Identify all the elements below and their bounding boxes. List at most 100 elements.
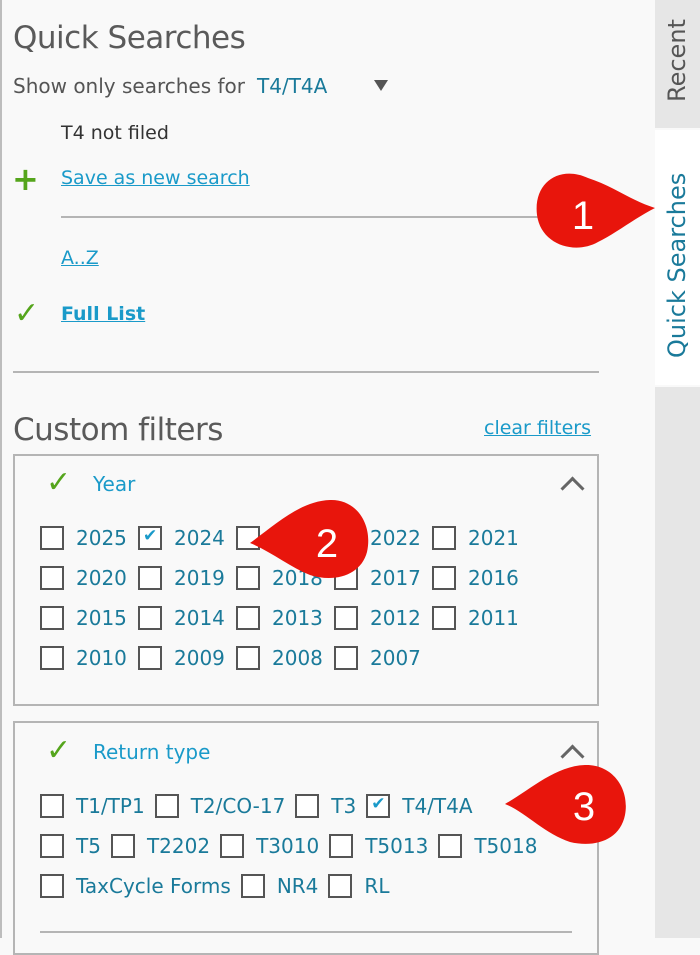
checkbox[interactable] — [40, 874, 64, 898]
year-option-2014[interactable]: 2014 — [138, 606, 225, 630]
year-option-2019[interactable]: 2019 — [138, 566, 225, 590]
year-option-2012[interactable]: 2012 — [334, 606, 421, 630]
checkbox[interactable] — [40, 526, 64, 550]
return-type-filter-title: Return type — [93, 740, 211, 764]
checkbox[interactable] — [328, 874, 353, 898]
panel-border — [0, 0, 2, 938]
return-type-option[interactable]: T5013 — [329, 834, 428, 858]
year-option-2024[interactable]: 2024 — [138, 526, 225, 550]
checkbox[interactable] — [329, 834, 354, 858]
show-only-label: Show only searches for — [13, 74, 246, 98]
checkbox[interactable] — [138, 606, 162, 630]
tab-recent[interactable]: Recent — [655, 0, 700, 128]
tab-quick-searches[interactable]: Quick Searches — [655, 130, 700, 385]
checkbox[interactable] — [366, 794, 391, 818]
plus-icon: + — [12, 160, 39, 198]
checkbox[interactable] — [138, 526, 162, 550]
return-type-option-label: T1/TP1 — [76, 794, 145, 818]
year-option-label: 2013 — [272, 606, 323, 630]
return-type-option[interactable]: T2202 — [110, 834, 210, 858]
checkbox[interactable] — [40, 834, 64, 858]
show-only-value[interactable]: T4/T4A — [257, 74, 327, 98]
tab-strip-background — [655, 387, 700, 938]
callout-number: 2 — [316, 522, 338, 566]
return-type-option-label: RL — [364, 874, 390, 898]
year-option-2021[interactable]: 2021 — [432, 526, 519, 550]
year-option-label: 2020 — [76, 566, 127, 590]
tab-recent-label: Recent — [663, 19, 691, 102]
year-option-label: 2015 — [76, 606, 127, 630]
return-type-option[interactable]: T4/T4A — [366, 794, 473, 818]
checkbox[interactable] — [432, 526, 456, 550]
page-title: Quick Searches — [13, 20, 246, 56]
return-type-option-label: T3 — [331, 794, 357, 818]
return-type-option[interactable]: RL — [328, 874, 389, 898]
year-option-label: 2021 — [468, 526, 519, 550]
year-option-label: 2012 — [370, 606, 421, 630]
year-option-2015[interactable]: 2015 — [40, 606, 127, 630]
year-option-2009[interactable]: 2009 — [138, 646, 225, 670]
year-option-label: 2022 — [370, 526, 421, 550]
return-type-option[interactable]: TaxCycle Forms — [40, 874, 231, 898]
sort-az-link[interactable]: A..Z — [61, 247, 99, 269]
year-option-2007[interactable]: 2007 — [334, 646, 421, 670]
year-option-2010[interactable]: 2010 — [40, 646, 127, 670]
checkbox[interactable] — [240, 874, 265, 898]
checkbox[interactable] — [40, 794, 64, 818]
return-type-option[interactable]: T2/CO-17 — [154, 794, 285, 818]
checkbox[interactable] — [438, 834, 463, 858]
checkbox[interactable] — [40, 646, 64, 670]
checkbox[interactable] — [110, 834, 135, 858]
save-new-search-link[interactable]: Save as new search — [61, 167, 250, 189]
year-option-label: 2025 — [76, 526, 127, 550]
year-option-2013[interactable]: 2013 — [236, 606, 323, 630]
year-option-2016[interactable]: 2016 — [432, 566, 519, 590]
checkbox[interactable] — [295, 794, 320, 818]
custom-filters-title: Custom filters — [13, 412, 223, 448]
callout-1: 1 — [536, 173, 655, 248]
tab-quick-searches-label: Quick Searches — [663, 172, 691, 358]
clear-filters-link[interactable]: clear filters — [484, 417, 591, 439]
callout-number: 3 — [573, 785, 595, 829]
checkbox[interactable] — [154, 794, 179, 818]
check-icon: ✓ — [14, 296, 40, 331]
return-type-option[interactable]: T3010 — [220, 834, 319, 858]
dropdown-caret-icon[interactable] — [374, 80, 388, 91]
return-type-option[interactable]: T3 — [295, 794, 356, 818]
return-type-option-label: NR4 — [276, 874, 319, 898]
year-option-2011[interactable]: 2011 — [432, 606, 519, 630]
return-type-option-label: TaxCycle Forms — [76, 874, 231, 898]
check-icon: ✓ — [46, 733, 72, 768]
divider — [40, 931, 572, 933]
show-only-filter[interactable]: Show only searches for T4/T4A — [13, 74, 327, 98]
checkbox[interactable] — [40, 566, 64, 590]
year-option-label: 2007 — [370, 646, 421, 670]
checkbox[interactable] — [432, 606, 456, 630]
checkbox[interactable] — [334, 606, 358, 630]
checkbox[interactable] — [138, 646, 162, 670]
year-option-label: 2019 — [174, 566, 225, 590]
year-option-label: 2017 — [370, 566, 421, 590]
checkbox[interactable] — [334, 646, 358, 670]
checkbox[interactable] — [432, 566, 456, 590]
callout-number: 1 — [572, 194, 594, 238]
year-option-2025[interactable]: 2025 — [40, 526, 127, 550]
year-option-2008[interactable]: 2008 — [236, 646, 323, 670]
full-list-link[interactable]: Full List — [61, 303, 145, 325]
callout-2: 2 — [250, 499, 369, 579]
callout-3: 3 — [505, 764, 626, 844]
return-type-option[interactable]: T5 — [40, 834, 101, 858]
year-option-2020[interactable]: 2020 — [40, 566, 127, 590]
year-option-label: 2010 — [76, 646, 127, 670]
return-type-option-label: T3010 — [256, 834, 320, 858]
checkbox[interactable] — [40, 606, 64, 630]
return-type-option-label: T4/T4A — [402, 794, 473, 818]
return-type-option[interactable]: NR4 — [240, 874, 319, 898]
checkbox[interactable] — [236, 646, 260, 670]
year-option-label: 2024 — [174, 526, 225, 550]
return-type-option[interactable]: T1/TP1 — [40, 794, 145, 818]
saved-search-item[interactable]: T4 not filed — [61, 122, 169, 144]
checkbox[interactable] — [236, 606, 260, 630]
checkbox[interactable] — [138, 566, 162, 590]
checkbox[interactable] — [220, 834, 245, 858]
